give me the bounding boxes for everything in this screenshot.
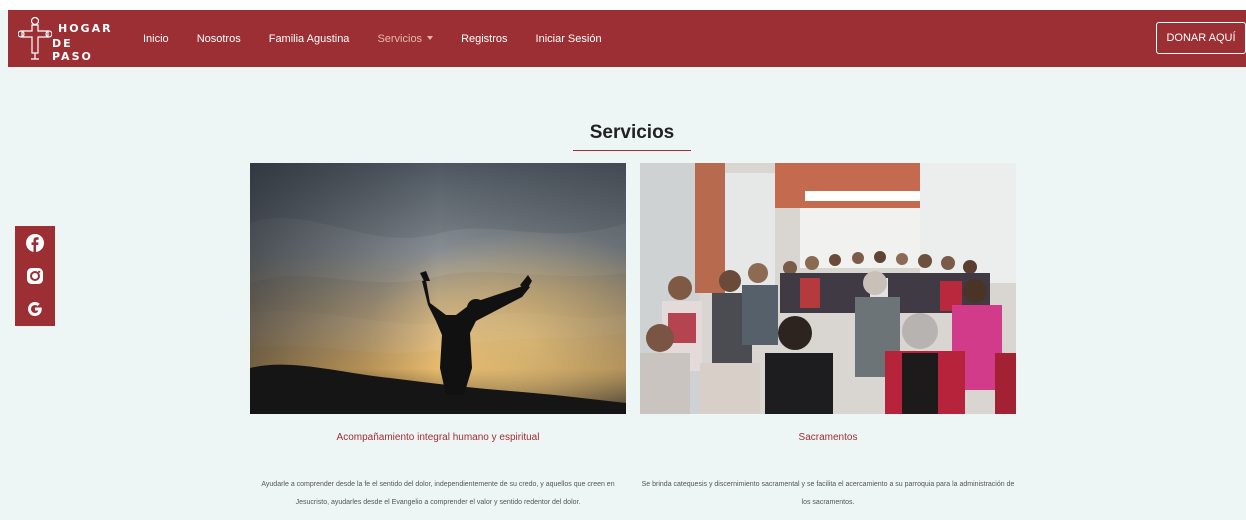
nav-menu: Inicio Nosotros Familia Agustina Servici… [143,10,630,67]
social-sidebar [15,226,55,326]
nav-registros[interactable]: Registros [461,33,507,45]
top-strip [0,0,1246,10]
cross-logo-icon [18,16,52,60]
instagram-icon[interactable] [25,266,45,286]
nav-iniciar-sesion[interactable]: Iniciar Sesión [536,33,602,45]
facebook-icon[interactable] [25,233,45,253]
service-description-acompanamiento: Ayudarle a comprender desde la fe el sen… [261,481,615,506]
nav-nosotros[interactable]: Nosotros [197,33,241,45]
navbar: HOGAR DE PASO Inicio Nosotros Familia Ag… [8,10,1246,67]
service-image-acompanamiento [250,163,626,414]
logo-text-line1: HOGAR [58,22,113,35]
logo-text-line2: DE PASO [52,37,93,63]
nav-inicio[interactable]: Inicio [143,33,169,45]
service-image-sacramentos [640,163,1016,414]
logo[interactable]: HOGAR DE PASO [18,15,118,63]
page-title: Servicios [589,122,675,143]
caret-down-icon [427,35,434,40]
nav-servicios-dropdown[interactable]: Servicios [377,32,434,45]
service-title-sacramentos: Sacramentos [798,432,858,443]
donate-button[interactable]: DONAR AQUÍ [1156,22,1246,54]
service-description-sacramentos: Se brinda catequesis y discernimiento sa… [641,481,1015,506]
google-icon[interactable] [25,299,45,319]
nav-familia-agustina[interactable]: Familia Agustina [269,33,350,45]
title-underline [573,150,691,151]
service-title-acompanamiento: Acompañamiento integral humano y espirit… [336,432,540,443]
nav-servicios-label: Servicios [377,32,423,45]
